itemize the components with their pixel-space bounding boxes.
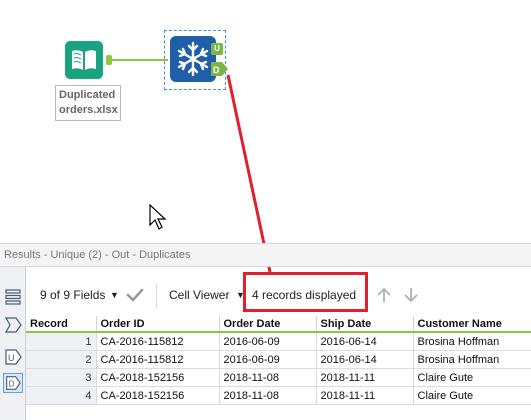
order-date-cell: 2016-06-09 xyxy=(219,332,317,351)
customer-name-cell: Brosina Hoffman xyxy=(413,332,531,351)
table-row[interactable]: 2 CA-2016-115812 2016-06-09 2016-06-14 B… xyxy=(26,350,531,369)
workflow-canvas[interactable]: Duplicated orders.xlsx U D xyxy=(0,0,531,243)
results-table: Record Order ID Order Date Ship Date Cus… xyxy=(26,316,531,405)
cursor-icon xyxy=(149,204,167,230)
record-cell: 4 xyxy=(26,386,97,405)
d-anchor-icon: D xyxy=(211,62,228,76)
order-id-cell: CA-2016-115812 xyxy=(96,350,220,369)
ship-date-cell: 2016-06-14 xyxy=(316,332,414,351)
ship-date-cell: 2016-06-14 xyxy=(316,350,414,369)
u-anchor-label: U xyxy=(8,353,15,363)
order-date-cell: 2018-11-08 xyxy=(219,386,317,405)
d-anchor-label: D xyxy=(213,65,220,75)
toolbar-divider xyxy=(156,284,157,308)
column-header-order-id[interactable]: Order ID xyxy=(96,316,220,333)
ship-date-cell: 2018-11-11 xyxy=(316,368,414,387)
connection-line xyxy=(112,59,168,61)
table-row[interactable]: 4 CA-2018-152156 2018-11-08 2018-11-11 C… xyxy=(26,386,531,405)
unique-tool-selected[interactable] xyxy=(164,30,226,90)
order-date-cell: 2016-06-09 xyxy=(219,350,317,369)
arrow-down-icon[interactable] xyxy=(402,286,420,304)
unique-tool[interactable] xyxy=(170,36,216,82)
checkmark-icon[interactable] xyxy=(126,287,144,303)
fields-selector[interactable]: 9 of 9 Fields xyxy=(40,288,105,302)
arrow-up-icon[interactable] xyxy=(375,286,393,304)
record-cell: 3 xyxy=(26,368,97,387)
book-icon xyxy=(65,41,103,79)
annotation-line-1: Duplicated xyxy=(59,89,116,101)
customer-name-cell: Claire Gute xyxy=(413,368,531,387)
u-anchor-icon: U xyxy=(5,349,22,365)
fields-dropdown-icon[interactable]: ▼ xyxy=(110,290,119,300)
d-anchor-side-icon: D xyxy=(6,376,21,390)
order-id-cell: CA-2016-115812 xyxy=(96,332,220,351)
unique-anchor-u[interactable]: U xyxy=(211,43,223,55)
duplicates-anchor-d[interactable]: D xyxy=(211,62,229,76)
record-cell: 2 xyxy=(26,350,97,369)
column-header-record[interactable]: Record xyxy=(26,316,97,333)
customer-name-cell: Claire Gute xyxy=(413,386,531,405)
cell-viewer-selector[interactable]: Cell Viewer xyxy=(169,288,229,302)
table-view-icon xyxy=(5,289,21,305)
table-row[interactable]: 3 CA-2018-152156 2018-11-08 2018-11-11 C… xyxy=(26,368,531,387)
order-id-cell: CA-2018-152156 xyxy=(96,386,220,405)
column-header-customer-name[interactable]: Customer Name xyxy=(413,316,531,333)
column-header-ship-date[interactable]: Ship Date xyxy=(316,316,414,333)
input-tool-annotation: Duplicated orders.xlsx xyxy=(55,85,121,121)
out-anchor-icon xyxy=(4,317,22,333)
out-anchor-button[interactable] xyxy=(3,315,23,335)
customer-name-cell: Brosina Hoffman xyxy=(413,350,531,369)
ship-date-cell: 2018-11-11 xyxy=(316,386,414,405)
table-header-row: Record Order ID Order Date Ship Date Cus… xyxy=(26,316,531,333)
snowflake-icon xyxy=(170,36,216,82)
column-header-order-date[interactable]: Order Date xyxy=(219,316,317,333)
results-panel-header: Results - Unique (2) - Out - Duplicates xyxy=(0,243,531,267)
results-side-bar: U D xyxy=(0,267,26,420)
records-highlight-box xyxy=(243,272,368,312)
table-row[interactable]: 1 CA-2016-115812 2016-06-09 2016-06-14 B… xyxy=(26,332,531,351)
results-panel-title: Results - Unique (2) - Out - Duplicates xyxy=(4,249,191,261)
d-anchor-side-label: D xyxy=(9,380,15,389)
order-date-cell: 2018-11-08 xyxy=(219,368,317,387)
u-anchor-button[interactable]: U xyxy=(3,347,23,367)
input-data-tool[interactable] xyxy=(64,40,104,80)
order-id-cell: CA-2018-152156 xyxy=(96,368,220,387)
record-cell: 1 xyxy=(26,332,97,351)
table-view-button[interactable] xyxy=(3,287,23,307)
d-anchor-button-selected[interactable]: D xyxy=(3,373,23,393)
annotation-line-2: orders.xlsx xyxy=(59,104,118,116)
